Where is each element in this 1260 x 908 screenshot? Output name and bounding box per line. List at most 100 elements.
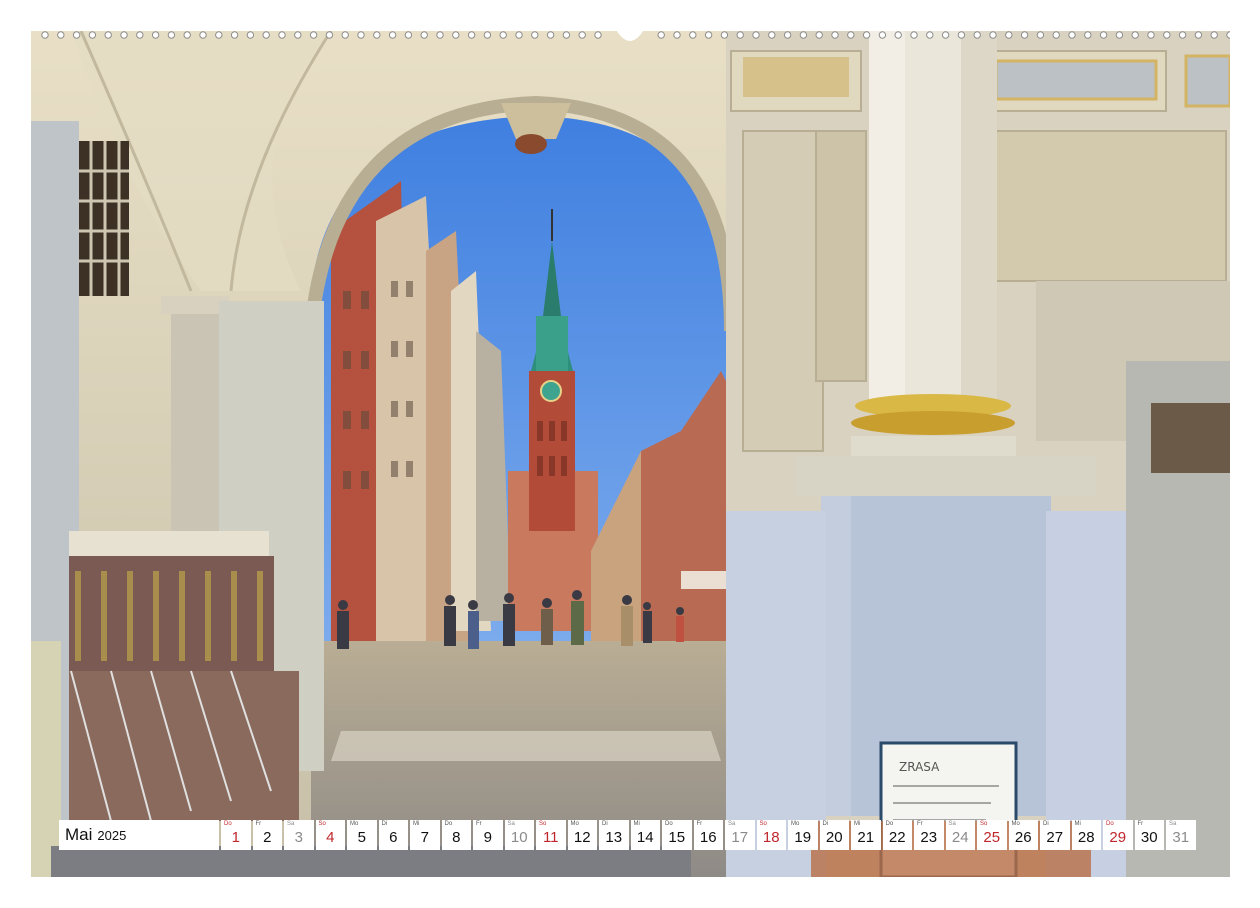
day-cell: Do 22 — [882, 820, 912, 850]
binding-hole — [799, 31, 808, 39]
day-abbrev: Do — [444, 821, 453, 827]
binding-hole — [278, 31, 286, 39]
binding-hole — [1115, 31, 1124, 39]
day-cell: Di 13 — [599, 820, 629, 850]
day-abbrev: Do — [224, 821, 232, 827]
binding-hole — [183, 31, 191, 39]
binding-hole — [673, 31, 681, 39]
day-cell: So 18 — [756, 820, 786, 850]
binding-hole — [862, 31, 871, 39]
day-number: 27 — [1046, 829, 1064, 846]
day-number: 1 — [231, 829, 240, 846]
photo: ZRASA — [31, 31, 1230, 877]
day-abbrev: Fr — [255, 821, 262, 827]
binding-hole — [689, 31, 697, 39]
calendar-month-label: Mai 2025 — [59, 820, 219, 850]
day-abbrev: So — [759, 821, 767, 827]
binding-hole — [404, 31, 413, 39]
day-number: 25 — [983, 829, 1001, 846]
year: 2025 — [97, 827, 127, 843]
day-number: 12 — [573, 829, 591, 846]
binding-hole — [531, 31, 539, 39]
binding-hole — [926, 31, 934, 39]
binding-hole — [847, 31, 855, 39]
day-abbrev: Do — [1106, 821, 1114, 827]
binding-hole — [246, 31, 255, 39]
day-abbrev: Fr — [917, 821, 923, 827]
day-number: 30 — [1140, 829, 1158, 846]
month-name: Mai — [65, 825, 93, 844]
binding-holes — [41, 28, 1234, 41]
day-abbrev: Sa — [1169, 821, 1177, 827]
binding-hole — [562, 31, 571, 39]
day-cell: Di 20 — [819, 820, 849, 850]
binding-hole — [88, 31, 97, 39]
calendar-strip: Mai 2025 Do 1 Fr 2 Sa 3 So 4 Mo 5 Di 6 Mi 7 Do 8 Fr 9 Sa 10… — [59, 820, 1203, 850]
day-abbrev: Fr — [696, 821, 703, 827]
day-abbrev: Fr — [1137, 821, 1144, 827]
day-cell: Mo 5 — [347, 820, 377, 850]
binding-hole — [546, 31, 555, 39]
day-cell: Fr 16 — [693, 820, 723, 850]
binding-hole — [1210, 31, 1218, 39]
binding-hole — [436, 31, 444, 39]
binding-hole — [309, 31, 318, 39]
day-abbrev: Sa — [728, 821, 736, 827]
day-number: 7 — [420, 829, 429, 846]
binding-hole — [420, 31, 428, 39]
day-number: 6 — [389, 829, 398, 846]
day-abbrev: Mo — [570, 821, 579, 827]
day-number: 9 — [483, 829, 492, 846]
day-cell: Do 29 — [1103, 820, 1133, 850]
day-abbrev: Mi — [854, 821, 861, 827]
binding-hole — [373, 31, 381, 39]
day-number: 2 — [263, 829, 272, 846]
binding-hole — [215, 31, 223, 39]
day-abbrev: Sa — [948, 821, 956, 827]
day-cell: So 4 — [315, 820, 345, 850]
day-number: 29 — [1109, 829, 1127, 846]
binding-hole — [720, 31, 729, 39]
day-abbrev: Fr — [476, 821, 482, 827]
day-number: 22 — [888, 829, 906, 846]
binding-hole — [294, 31, 302, 39]
binding-hole — [1226, 31, 1234, 39]
day-cell: Do 1 — [221, 820, 251, 850]
binding-hole — [578, 31, 586, 39]
binding-hole — [1020, 31, 1029, 39]
day-cell: Mo 26 — [1008, 820, 1038, 850]
binding-hole — [704, 31, 713, 39]
day-abbrev: Di — [1043, 821, 1049, 827]
hanger-notch — [615, 28, 645, 41]
binding-hole — [388, 31, 397, 39]
day-number: 15 — [668, 829, 686, 846]
day-abbrev: Mo — [791, 821, 800, 827]
binding-hole — [357, 31, 365, 39]
day-number: 26 — [1014, 829, 1032, 846]
binding-hole — [894, 31, 902, 39]
day-abbrev: Mi — [413, 821, 420, 827]
binding-hole — [1036, 31, 1045, 39]
day-number: 14 — [636, 829, 654, 846]
day-cell: Mi 21 — [851, 820, 881, 850]
day-cell: Sa 3 — [284, 820, 314, 850]
binding-hole — [230, 31, 239, 39]
binding-hole — [467, 31, 476, 39]
binding-hole — [657, 31, 665, 39]
binding-hole — [831, 31, 839, 39]
binding-hole — [1099, 31, 1108, 39]
binding-hole — [341, 31, 349, 39]
binding-hole — [1005, 31, 1013, 39]
sign-text: ZRASA — [899, 760, 940, 774]
binding-hole — [136, 31, 144, 39]
binding-hole — [1052, 31, 1060, 39]
day-number: 4 — [326, 829, 335, 846]
binding-hole — [815, 31, 823, 39]
binding-hole — [752, 31, 760, 39]
binding-hole — [1178, 31, 1187, 39]
binding-hole — [104, 31, 112, 39]
day-cell: Mo 12 — [567, 820, 597, 850]
day-abbrev: So — [980, 821, 988, 827]
binding-hole — [325, 31, 334, 39]
day-cell: Fr 23 — [914, 820, 944, 850]
